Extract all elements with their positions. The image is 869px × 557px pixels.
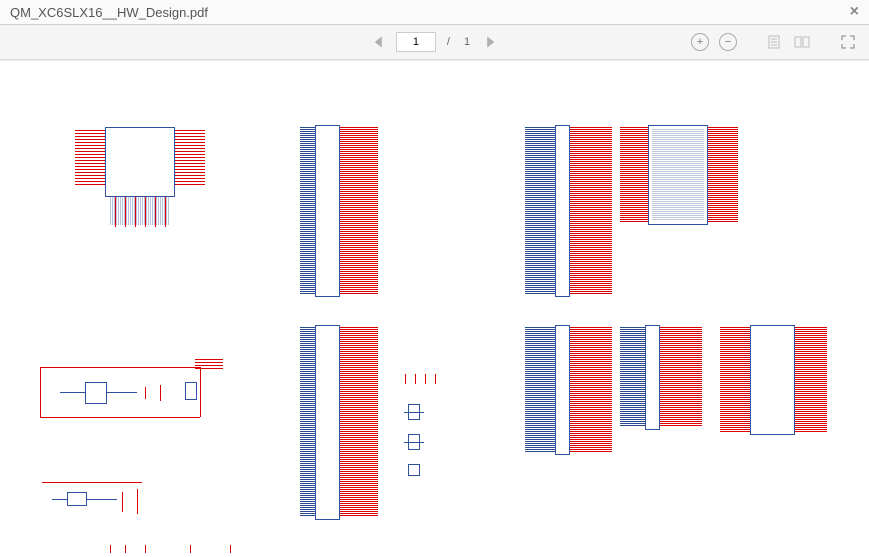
pdf-viewport[interactable] — [0, 60, 869, 557]
page-separator: / — [447, 36, 450, 48]
view-facing-icon[interactable] — [793, 33, 811, 51]
document-title: QM_XC6SLX16__HW_Design.pdf — [10, 5, 208, 20]
window-header: QM_XC6SLX16__HW_Design.pdf × — [0, 0, 869, 25]
page-total: 1 — [464, 36, 470, 48]
toolbar-right: + − — [691, 33, 857, 51]
next-page-icon[interactable] — [481, 33, 499, 51]
page-nav: / 1 — [370, 32, 499, 52]
page-input[interactable] — [396, 32, 436, 52]
schematic-page — [0, 79, 869, 557]
view-single-icon[interactable] — [765, 33, 783, 51]
zoom-in-icon[interactable]: + — [691, 33, 709, 51]
close-icon[interactable]: × — [850, 3, 859, 21]
fullscreen-icon[interactable] — [839, 33, 857, 51]
zoom-out-icon[interactable]: − — [719, 33, 737, 51]
pdf-toolbar: / 1 + − — [0, 25, 869, 60]
prev-page-icon[interactable] — [370, 33, 388, 51]
